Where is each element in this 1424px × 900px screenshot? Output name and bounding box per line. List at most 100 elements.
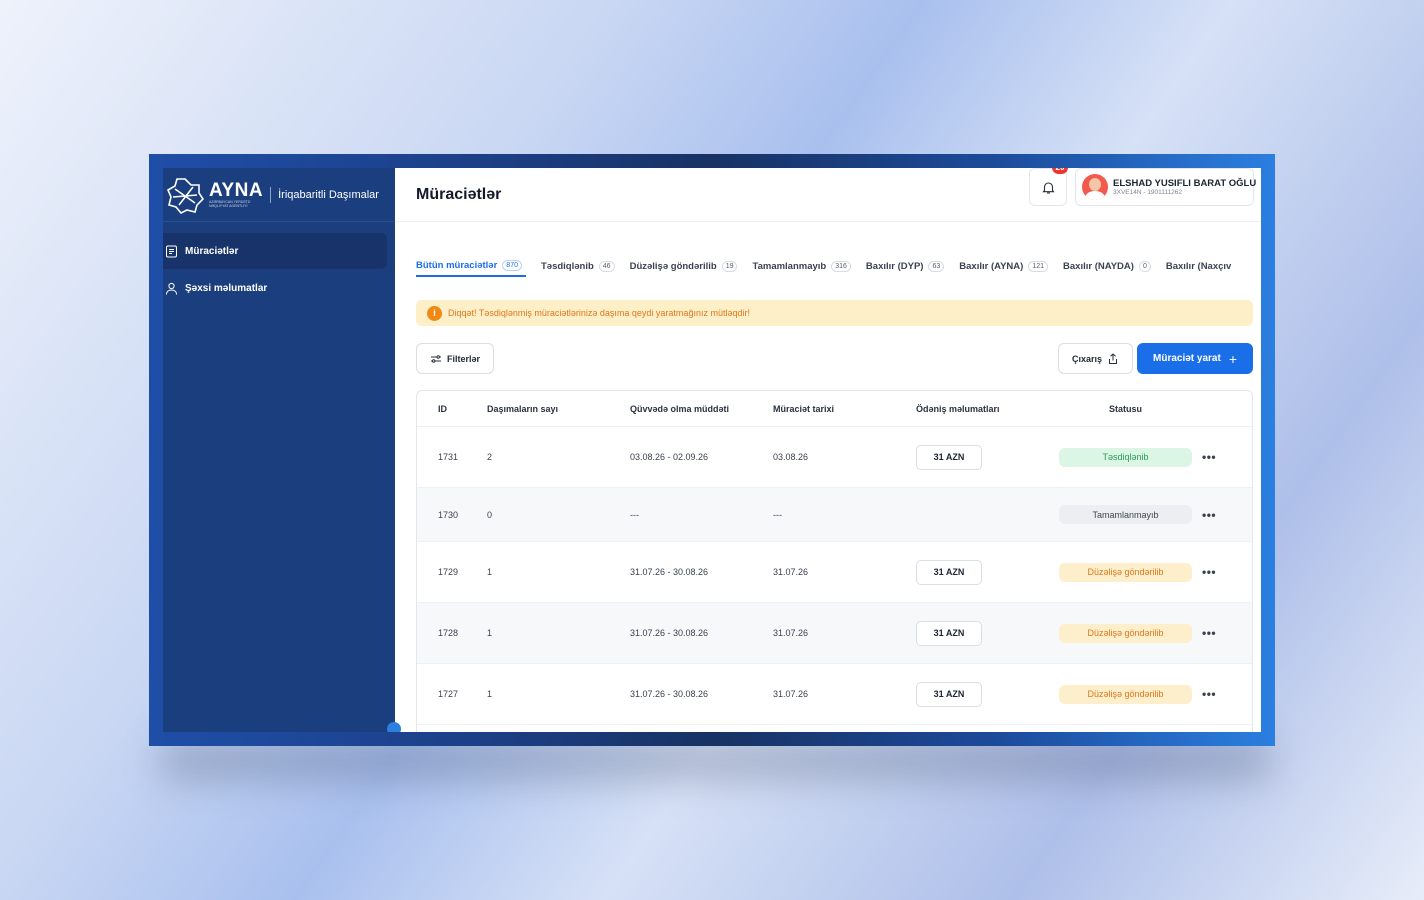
cell-count: 1 [487,689,493,699]
filters-label: Filterlər [446,353,480,364]
payment-button[interactable]: 31 AZN [916,681,982,707]
column-header-id[interactable]: ID [417,404,487,414]
logo-title: AYNA [209,179,264,201]
cell-status: Düzəlişə göndərilib [1059,623,1192,643]
more-options-icon[interactable]: ••• [1192,450,1222,464]
tab-sent-for-correction[interactable]: Düzəlişə göndərilib 19 [630,256,738,277]
page-title: Müraciətlər [416,185,502,203]
cell-validity: 31.07.26 - 30.08.26 [630,689,709,699]
table-row[interactable]: 1729 1 31.07.26 - 30.08.26 31.07.26 31 A… [417,542,1252,603]
cell-id: 1729 [438,567,459,577]
column-header-payment[interactable]: Ödəniş məlumatları [916,404,1059,414]
more-options-icon[interactable]: ••• [1192,687,1222,701]
brand: AYNA AZƏRBAYCAN YERÜSTÜ NƏQLİYYAT AGENTL… [163,168,395,222]
cell-status: Düzəlişə göndərilib [1059,684,1192,704]
column-header-shipments[interactable]: Daşımaların sayı [487,404,630,414]
tab-label: Tamamlanmayıb [752,261,827,272]
table-row[interactable]: 1731 2 03.08.26 - 02.09.26 03.08.26 31 A… [417,427,1252,488]
avatar [1082,174,1108,200]
logo-text: AYNA AZƏRBAYCAN YERÜSTÜ NƏQLİYYAT AGENTL… [209,179,264,208]
warning-alert: i Diqqət! Təsdiqlənmiş müraciətlərinizə … [416,300,1253,326]
create-label: Müraciət yarat [1153,353,1221,364]
sidebar-item-applications[interactable]: Müraciətlər [163,233,387,269]
sidebar: AYNA AZƏRBAYCAN YERÜSTÜ NƏQLİYYAT AGENTL… [163,168,401,732]
alert-text: Diqqət! Təsdiqlənmiş müraciətlərinizə da… [448,308,750,318]
tab-label: Baxılır (Naxçıv [1165,261,1232,272]
tab-all[interactable]: Bütün müraciətlər 870 [416,256,526,277]
bell-icon [1041,181,1055,194]
applications-table: ID Daşımaların sayı Qüvvədə olma müddəti… [416,390,1253,732]
tab-count: 870 [502,260,522,271]
tab-label: Bütün müraciətlər [416,260,498,271]
cell-id: 1728 [438,628,459,638]
cell-status: Tamamlanmayıb [1059,505,1192,524]
app-window: AYNA AZƏRBAYCAN YERÜSTÜ NƏQLİYYAT AGENTL… [163,168,1261,732]
tab-review-nakhchivan[interactable]: Baxılır (Naxçıv [1166,256,1231,277]
table-row[interactable]: 1730 0 --- --- Tamamlanmayıb ••• [417,488,1252,542]
cell-payment: 31 AZN [916,620,1059,646]
tab-label: Baxılır (NAYDA) [1063,261,1134,272]
tab-count: 19 [721,261,738,272]
sidebar-item-personal-info[interactable]: Şəxsi məlumatlar [163,270,387,306]
user-name: ELSHAD YUSIFLI BARAT OĞLU [1113,178,1257,189]
status-badge: Təsdiqlənib [1059,447,1192,467]
export-label: Çıxarış [1071,353,1103,364]
export-button[interactable]: Çıxarış [1058,343,1133,374]
tab-label: Düzəlişə göndərilib [629,261,717,272]
filters-button[interactable]: Filterlər [416,343,494,374]
cell-status: Təsdiqlənib [1059,447,1192,467]
status-tabs: Bütün müraciətlər 870 Təsdiqlənib 46 Düz… [416,256,1261,278]
payment-button[interactable]: 31 AZN [916,444,982,470]
cell-count: 2 [487,452,493,462]
tab-approved[interactable]: Təsdiqlənib 46 [541,256,615,277]
cell-id: 1730 [438,509,459,520]
status-badge: Düzəlişə göndərilib [1059,684,1192,704]
sidebar-nav: Müraciətlər Şəxsi məlumatlar [163,222,395,306]
ayna-logo-icon [166,177,205,214]
column-header-validity[interactable]: Qüvvədə olma müddəti [630,404,773,414]
cell-validity: 03.08.26 - 02.09.26 [630,452,709,462]
cell-date: 03.08.26 [773,452,809,462]
more-options-icon[interactable]: ••• [1192,626,1222,640]
cell-date: 31.07.26 [773,628,809,638]
tab-incomplete[interactable]: Tamamlanmayıb 316 [752,256,851,277]
filter-sliders-icon [430,354,441,363]
cell-validity: 31.07.26 - 30.08.26 [630,628,709,638]
more-options-icon[interactable]: ••• [1192,565,1222,579]
notifications-button[interactable]: 20 [1029,168,1068,206]
tab-review-ayna[interactable]: Baxılır (AYNA) 121 [959,256,1049,277]
column-header-status[interactable]: Statusu [1059,404,1192,414]
tab-review-nayda[interactable]: Baxılır (NAYDA) 0 [1063,256,1151,277]
table-row[interactable]: 1728 1 31.07.26 - 30.08.26 31.07.26 31 A… [417,603,1252,664]
payment-button[interactable]: 31 AZN [916,559,982,585]
logo-subtitle: AZƏRBAYCAN YERÜSTÜ NƏQLİYYAT AGENTLİYİ [209,199,251,208]
brand-divider [270,186,272,203]
user-id: 3XVE14N - 1901111262 [1113,189,1183,196]
more-options-icon[interactable]: ••• [1192,508,1222,522]
tab-review-dyp[interactable]: Baxılır (DYP) 63 [865,256,945,277]
column-header-date[interactable]: Müraciət tarixi [773,404,916,414]
user-icon [166,282,177,295]
sidebar-item-label: Müraciətlər [185,245,239,257]
status-badge: Düzəlişə göndərilib [1059,562,1192,582]
topbar: Müraciətlər 20 ELSHAD YUSIFLI BARAT OĞLU [395,168,1261,222]
cell-date: 31.07.26 [773,689,809,699]
tab-label: Baxılır (AYNA) [959,261,1024,272]
user-menu[interactable]: ELSHAD YUSIFLI BARAT OĞLU 3XVE14N - 1901… [1075,168,1257,206]
cell-status: Düzəlişə göndərilib [1059,562,1192,582]
screenshot-frame: AYNA AZƏRBAYCAN YERÜSTÜ NƏQLİYYAT AGENTL… [149,154,1275,746]
tab-count: 316 [831,261,851,272]
table-row[interactable]: 1727 1 31.07.26 - 30.08.26 31.07.26 31 A… [417,664,1252,725]
app-name: İriqabaritli Daşımalar [278,188,379,201]
cell-date: 31.07.26 [773,567,809,577]
status-badge: Düzəlişə göndərilib [1059,623,1192,643]
main-content: Müraciətlər 20 ELSHAD YUSIFLI BARAT OĞLU [395,168,1261,732]
plus-icon: + [1228,350,1237,367]
tab-label: Baxılır (DYP) [865,261,924,272]
sidebar-item-label: Şəxsi məlumatlar [185,282,268,294]
info-icon: i [427,305,442,321]
tab-count: 63 [928,261,945,272]
payment-button[interactable]: 31 AZN [916,620,982,646]
create-application-button[interactable]: Müraciət yarat + [1137,343,1253,374]
cell-validity: 31.07.26 - 30.08.26 [630,567,709,577]
